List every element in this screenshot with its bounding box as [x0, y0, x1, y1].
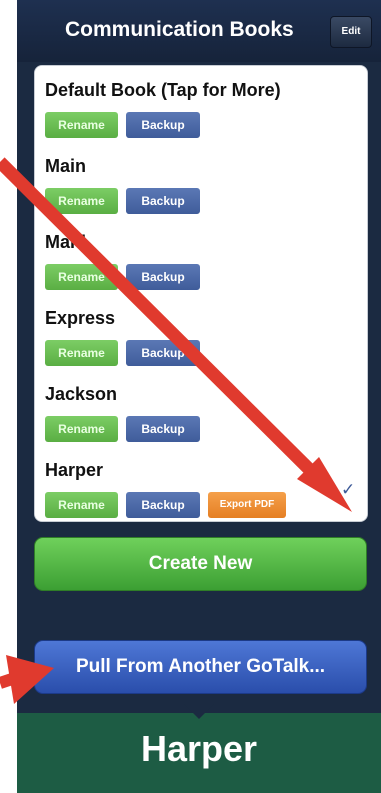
list-item[interactable]: Main Rename Backup — [35, 142, 367, 219]
export-pdf-button[interactable]: Export PDF — [208, 492, 286, 518]
edit-button[interactable]: Edit — [330, 16, 372, 48]
backup-button[interactable]: Backup — [126, 188, 200, 214]
list-item[interactable]: Default Book (Tap for More) Rename Backu… — [35, 66, 367, 143]
create-new-button[interactable]: Create New — [34, 537, 367, 591]
footer-notch — [184, 704, 214, 719]
book-name: Default Book (Tap for More) — [45, 80, 281, 100]
list-item[interactable]: Harper Rename Backup Export PDF ✓ — [35, 446, 367, 521]
book-list: Default Book (Tap for More) Rename Backu… — [34, 65, 368, 522]
communication-books-panel: Communication Books Edit Default Book (T… — [17, 0, 381, 793]
rename-button[interactable]: Rename — [45, 264, 118, 290]
list-item[interactable]: Jackson Rename Backup — [35, 370, 367, 447]
header-title: Communication Books — [65, 18, 294, 41]
current-book-title: Harper — [140, 728, 258, 769]
checkmark-icon: ✓ — [341, 480, 356, 499]
backup-button[interactable]: Backup — [126, 416, 200, 442]
backup-button[interactable]: Backup — [126, 264, 200, 290]
rename-button[interactable]: Rename — [45, 112, 118, 138]
rename-button[interactable]: Rename — [45, 416, 118, 442]
backup-button[interactable]: Backup — [126, 340, 200, 366]
book-name: Jackson — [45, 384, 118, 404]
list-item[interactable]: Maid Rename Backup — [35, 218, 367, 295]
rename-button[interactable]: Rename — [45, 492, 118, 518]
pull-from-gotalk-button[interactable]: Pull From Another GoTalk... — [34, 640, 367, 694]
rename-button[interactable]: Rename — [45, 340, 118, 366]
rename-button[interactable]: Rename — [45, 188, 118, 214]
current-book-footer: Harper — [17, 713, 381, 793]
book-name: Express — [45, 308, 116, 328]
backup-button[interactable]: Backup — [126, 492, 200, 518]
book-name: Maid — [45, 232, 87, 252]
header-bar: Communication Books Edit — [17, 0, 381, 62]
book-name: Harper — [45, 460, 104, 480]
list-item[interactable]: Express Rename Backup — [35, 294, 367, 371]
book-name: Main — [45, 156, 87, 176]
backup-button[interactable]: Backup — [126, 112, 200, 138]
